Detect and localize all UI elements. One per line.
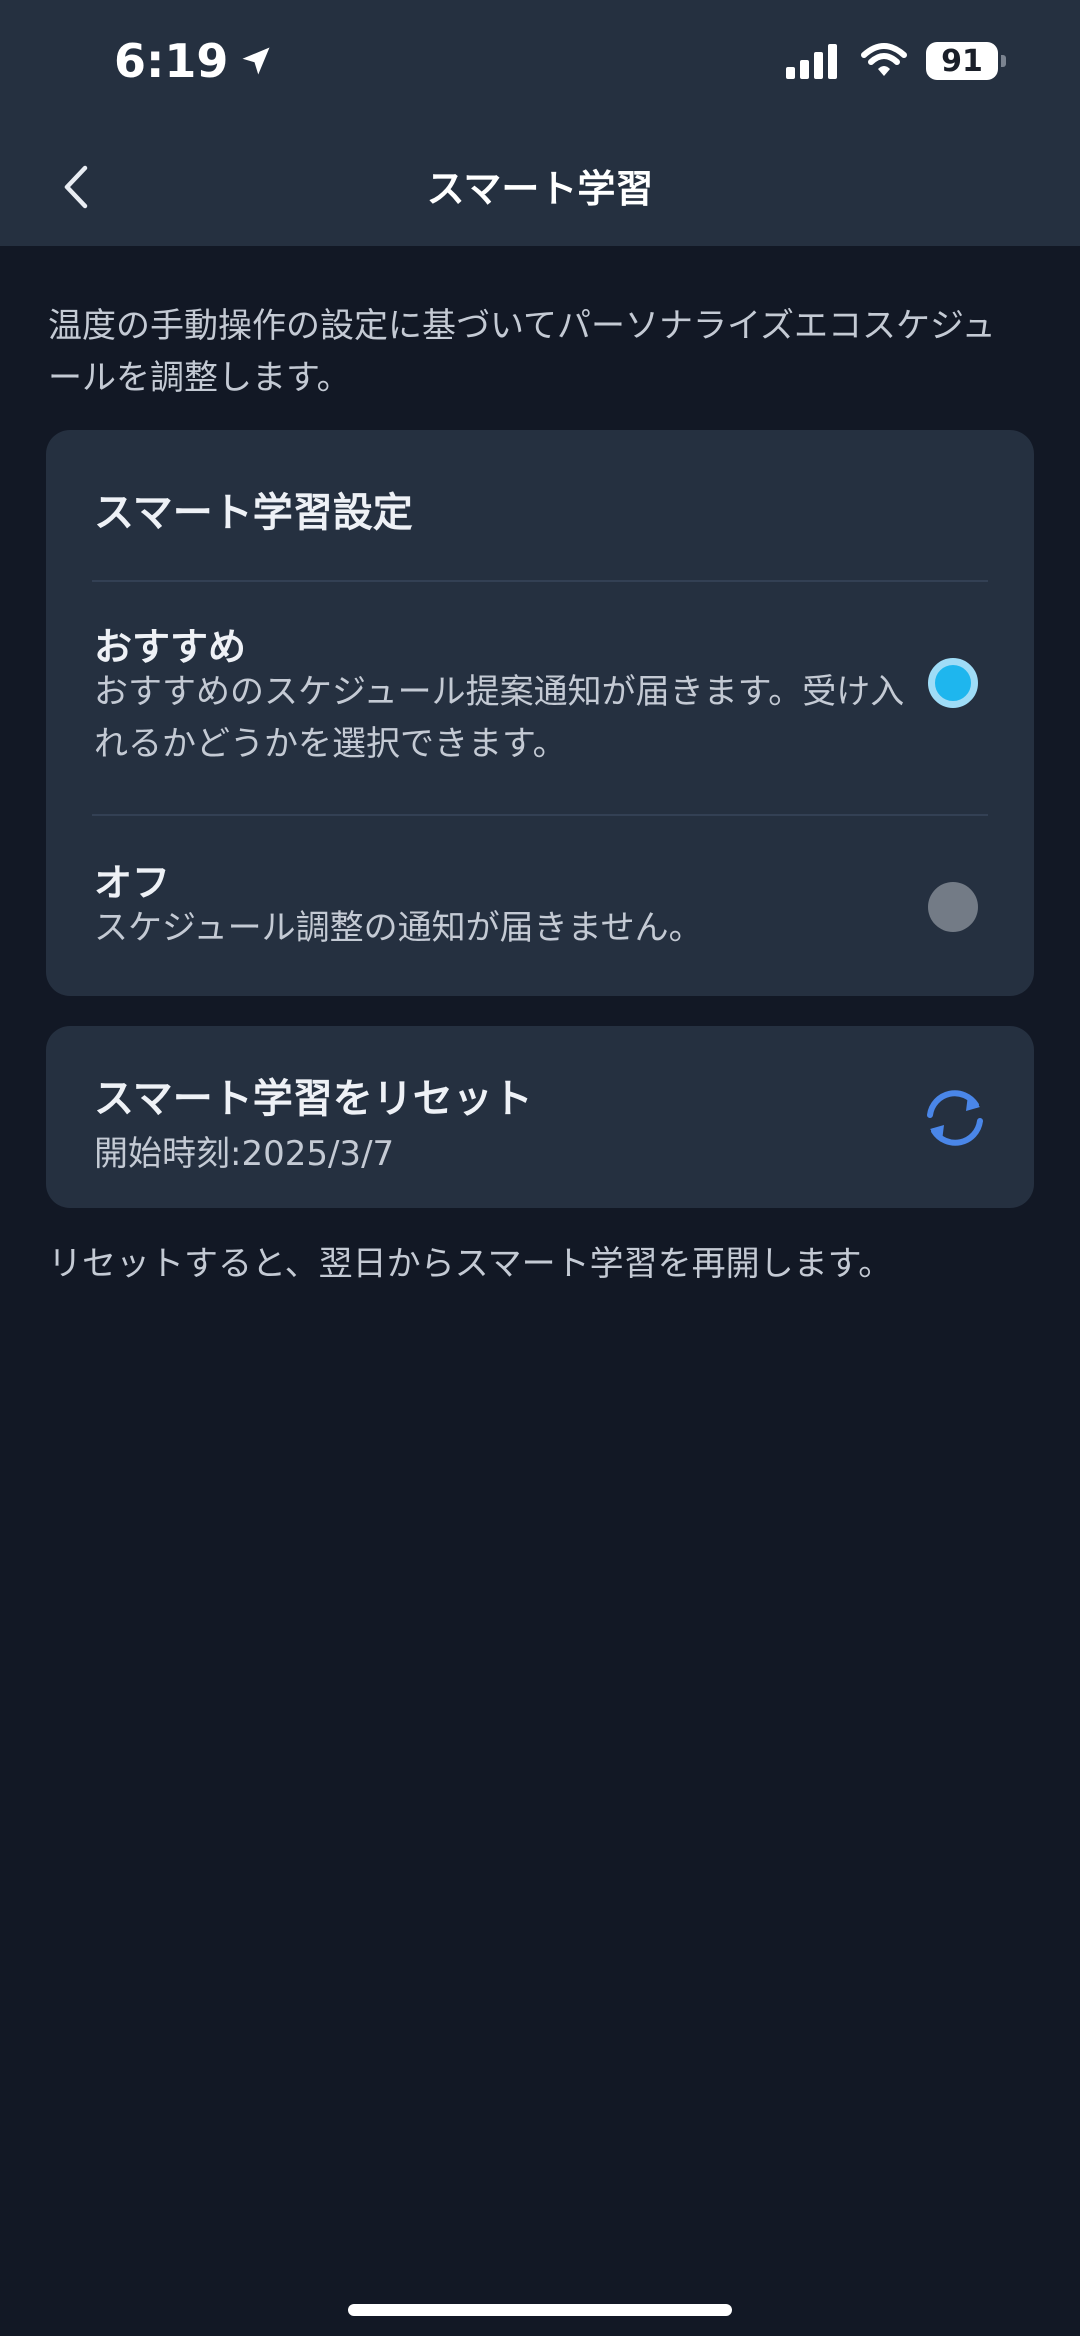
option-recommended-title: おすすめ [94, 625, 247, 669]
navigation-bar: スマート学習 [0, 130, 1080, 246]
settings-card-title: スマート学習設定 [94, 490, 413, 536]
battery-level: 91 [941, 43, 983, 79]
battery-icon: 91 [926, 42, 1006, 80]
home-indicator [348, 2304, 732, 2316]
option-recommended-description: おすすめのスケジュール提案通知が届きます。受け入れるかどうかを選択できます。 [94, 672, 905, 764]
refresh-icon[interactable] [918, 1081, 992, 1155]
wifi-icon [861, 43, 907, 76]
option-off-description: スケジュール調整の通知が届きません。 [94, 908, 703, 948]
status-time-text: 6:19 [114, 34, 229, 88]
location-arrow-icon [242, 47, 270, 75]
reset-title: スマート学習をリセット [94, 1076, 533, 1122]
page-description: 温度の手動操作の設定に基づいてパーソナライズエコスケジュールを調整します。 [48, 306, 996, 398]
reset-footnote: リセットすると、翌日からスマート学習を再開します。 [48, 1244, 893, 1284]
divider [92, 814, 988, 816]
option-off[interactable]: オフ スケジュール調整の通知が届きません。 [92, 852, 988, 962]
reset-start-time: 開始時刻:2025/3/7 [94, 1134, 395, 1174]
smart-learning-settings-card: スマート学習設定 おすすめ おすすめのスケジュール提案通知が届きます。受け入れる… [46, 430, 1034, 996]
radio-off[interactable] [928, 882, 978, 932]
status-bar: 6:19 91 [0, 0, 1080, 130]
reset-smart-learning-card[interactable]: スマート学習をリセット 開始時刻:2025/3/7 [46, 1026, 1034, 1208]
cellular-signal-icon [786, 43, 842, 79]
status-time: 6:19 [114, 34, 274, 88]
status-indicators: 91 [786, 42, 1006, 80]
option-recommended[interactable]: おすすめ おすすめのスケジュール提案通知が届きます。受け入れるかどうかを選択でき… [92, 616, 988, 816]
option-off-title: オフ [94, 861, 171, 905]
page-title: スマート学習 [426, 167, 654, 211]
divider [92, 580, 988, 582]
radio-recommended[interactable] [928, 658, 978, 708]
